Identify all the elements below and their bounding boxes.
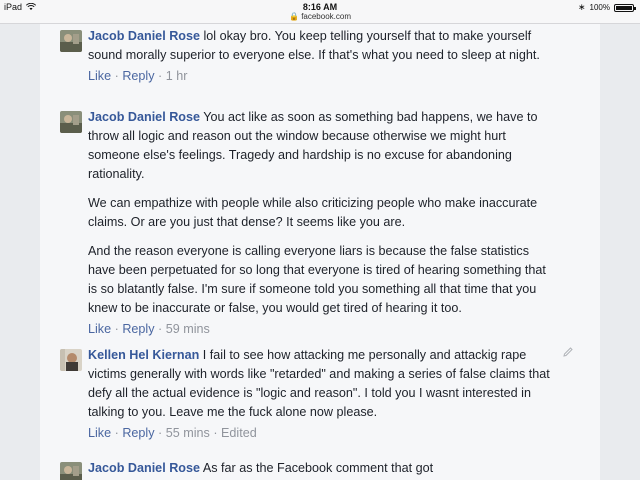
avatar-image: [60, 30, 82, 52]
avatar-image: [60, 111, 82, 133]
timestamp[interactable]: 59 mins: [166, 322, 210, 336]
avatar[interactable]: [60, 30, 82, 52]
left-gutter: [0, 24, 40, 480]
comment: Jacob Daniel Rose lol okay bro. You keep…: [60, 27, 558, 86]
comment-body: Jacob Daniel Rose As far as the Facebook…: [88, 459, 558, 478]
reply-link[interactable]: Reply: [122, 426, 154, 440]
edited-label[interactable]: Edited: [221, 426, 257, 440]
battery-percent: 100%: [589, 3, 610, 12]
status-right: ∗ 100%: [577, 2, 636, 13]
reply-link[interactable]: Reply: [122, 69, 154, 83]
like-link[interactable]: Like: [88, 426, 111, 440]
like-link[interactable]: Like: [88, 69, 111, 83]
comments-thread: Jacob Daniel Rose lol okay bro. You keep…: [40, 24, 600, 480]
timestamp[interactable]: 1 hr: [166, 69, 188, 83]
avatar[interactable]: [60, 111, 82, 133]
author-name[interactable]: Jacob Daniel Rose: [88, 461, 200, 475]
avatar-image: [60, 349, 82, 371]
bluetooth-icon: ∗: [577, 2, 586, 12]
avatar-image: [60, 462, 82, 480]
status-bar: iPad 8:16 AM 🔒 facebook.com ∗ 100%: [0, 0, 640, 24]
comment-text: As far as the Facebook comment that got: [202, 461, 434, 475]
comment-body: Jacob Daniel Rose You act like as soon a…: [88, 108, 558, 184]
pencil-icon[interactable]: [562, 346, 574, 358]
url-text: facebook.com: [301, 12, 351, 21]
avatar[interactable]: [60, 462, 82, 480]
comment-actions: Like · Reply · 55 mins · Edited: [88, 426, 257, 440]
author-name[interactable]: Kellen Hel Kiernan: [88, 348, 199, 362]
clock: 8:16 AM: [302, 2, 338, 12]
comment-body: Jacob Daniel Rose lol okay bro. You keep…: [88, 27, 558, 65]
right-gutter: [600, 24, 640, 480]
author-name[interactable]: Jacob Daniel Rose: [88, 110, 200, 124]
comment-paragraph: And the reason everyone is calling every…: [88, 244, 546, 315]
like-link[interactable]: Like: [88, 322, 111, 336]
comment-body: Kellen Hel Kiernan I fail to see how att…: [88, 346, 558, 422]
comment: Jacob Daniel Rose As far as the Facebook…: [60, 459, 558, 480]
address-bar[interactable]: 🔒 facebook.com: [0, 12, 640, 21]
battery-icon: [614, 3, 636, 12]
timestamp[interactable]: 55 mins: [166, 426, 210, 440]
avatar[interactable]: [60, 349, 82, 371]
author-name[interactable]: Jacob Daniel Rose: [88, 29, 200, 43]
comment-actions: Like · Reply · 1 hr: [88, 69, 188, 83]
comment: Jacob Daniel Rose You act like as soon a…: [60, 108, 558, 339]
comment: Kellen Hel Kiernan I fail to see how att…: [60, 346, 573, 443]
comment-actions: Like · Reply · 59 mins: [88, 322, 210, 336]
lock-icon: 🔒: [288, 12, 299, 21]
comment-paragraph: We can empathize with people while also …: [88, 196, 538, 229]
reply-link[interactable]: Reply: [122, 322, 154, 336]
